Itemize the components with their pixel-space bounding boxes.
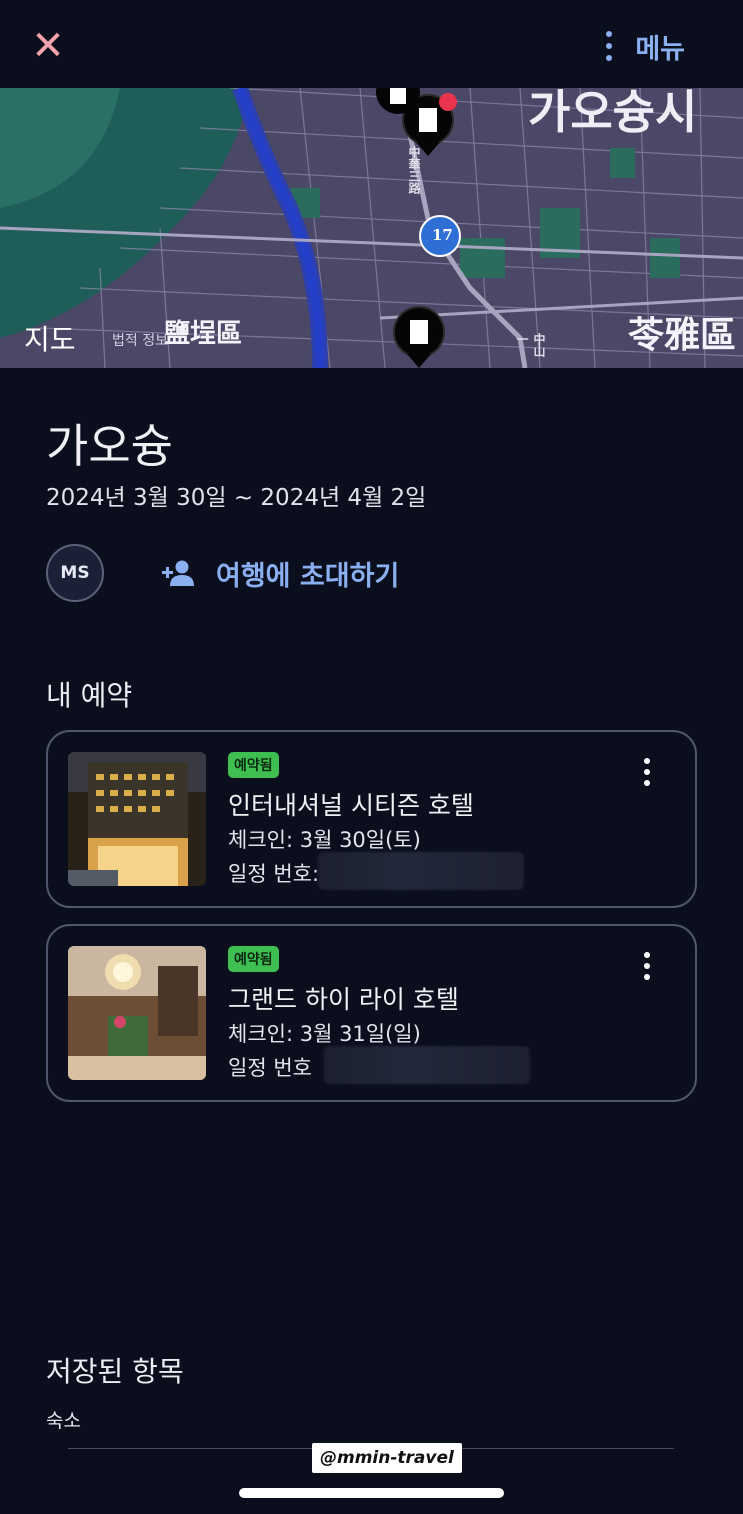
- hotel-lobby-chandelier-photo: [68, 946, 206, 1080]
- itinerary-number-label: 일정 번호: [228, 1056, 312, 1080]
- checkin-date: 체크인: 3월 30일(토): [228, 828, 421, 852]
- reservation-card[interactable]: 예약됨 그랜드 하이 라이 호텔 체크인: 3월 31일(일) 일정 번호: [46, 924, 697, 1102]
- hotel-exterior-night-photo: [68, 752, 206, 886]
- invite-label: 여행에 초대하기: [216, 560, 400, 592]
- map-district-left: 鹽埕區: [164, 319, 243, 349]
- invite-button[interactable]: 여행에 초대하기: [160, 551, 399, 595]
- itinerary-number-redacted: [324, 1046, 530, 1084]
- map-district-right: 苓雅區: [628, 314, 737, 356]
- top-bar: ✕ 메뉴: [0, 0, 743, 88]
- menu-button[interactable]: 메뉴: [605, 26, 685, 66]
- avatar[interactable]: MS: [46, 544, 104, 602]
- more-vertical-icon: [605, 31, 613, 61]
- reservation-card[interactable]: 예약됨 인터내셔널 시티즌 호텔 체크인: 3월 30일(토) 일정 번호:: [46, 730, 697, 908]
- trip-title: 가오슝: [46, 419, 173, 473]
- apple-maps-logo: 지도: [20, 318, 76, 358]
- map-city-label: 가오슝시: [528, 88, 698, 139]
- map-road-label-2: 中山一: [515, 333, 546, 357]
- status-badge: 예약됨: [228, 946, 279, 972]
- more-vertical-icon[interactable]: [643, 758, 651, 786]
- saved-title: 저장된 항목: [46, 1355, 184, 1388]
- saved-subtitle[interactable]: 숙소: [46, 1406, 81, 1433]
- map-legal-link[interactable]: 법적 정보: [112, 330, 168, 350]
- home-indicator[interactable]: [239, 1488, 504, 1498]
- map-road-label: 中華三路: [407, 146, 421, 194]
- itinerary-number-redacted: [318, 852, 524, 890]
- trip-map[interactable]: 가오슝시 中華三路 中山一 17 鹽埕區 苓雅區: [0, 88, 743, 368]
- watermark: @mmin-travel: [312, 1443, 462, 1473]
- add-person-icon: [162, 560, 194, 586]
- trip-dates: 2024년 3월 30일 ~ 2024년 4월 2일: [46, 485, 427, 511]
- route-shield-label: 17: [432, 226, 453, 244]
- itinerary-number-label: 일정 번호:: [228, 862, 320, 886]
- menu-label: 메뉴: [635, 33, 685, 65]
- more-vertical-icon[interactable]: [643, 952, 651, 980]
- hotel-name: 그랜드 하이 라이 호텔: [228, 985, 459, 1014]
- close-icon[interactable]: ✕: [28, 26, 68, 66]
- reservations-title: 내 예약: [46, 679, 133, 712]
- map-brand-label: 지도: [24, 323, 76, 356]
- status-badge: 예약됨: [228, 752, 279, 778]
- hotel-name: 인터내셔널 시티즌 호텔: [228, 791, 474, 820]
- checkin-date: 체크인: 3월 31일(일): [228, 1022, 421, 1046]
